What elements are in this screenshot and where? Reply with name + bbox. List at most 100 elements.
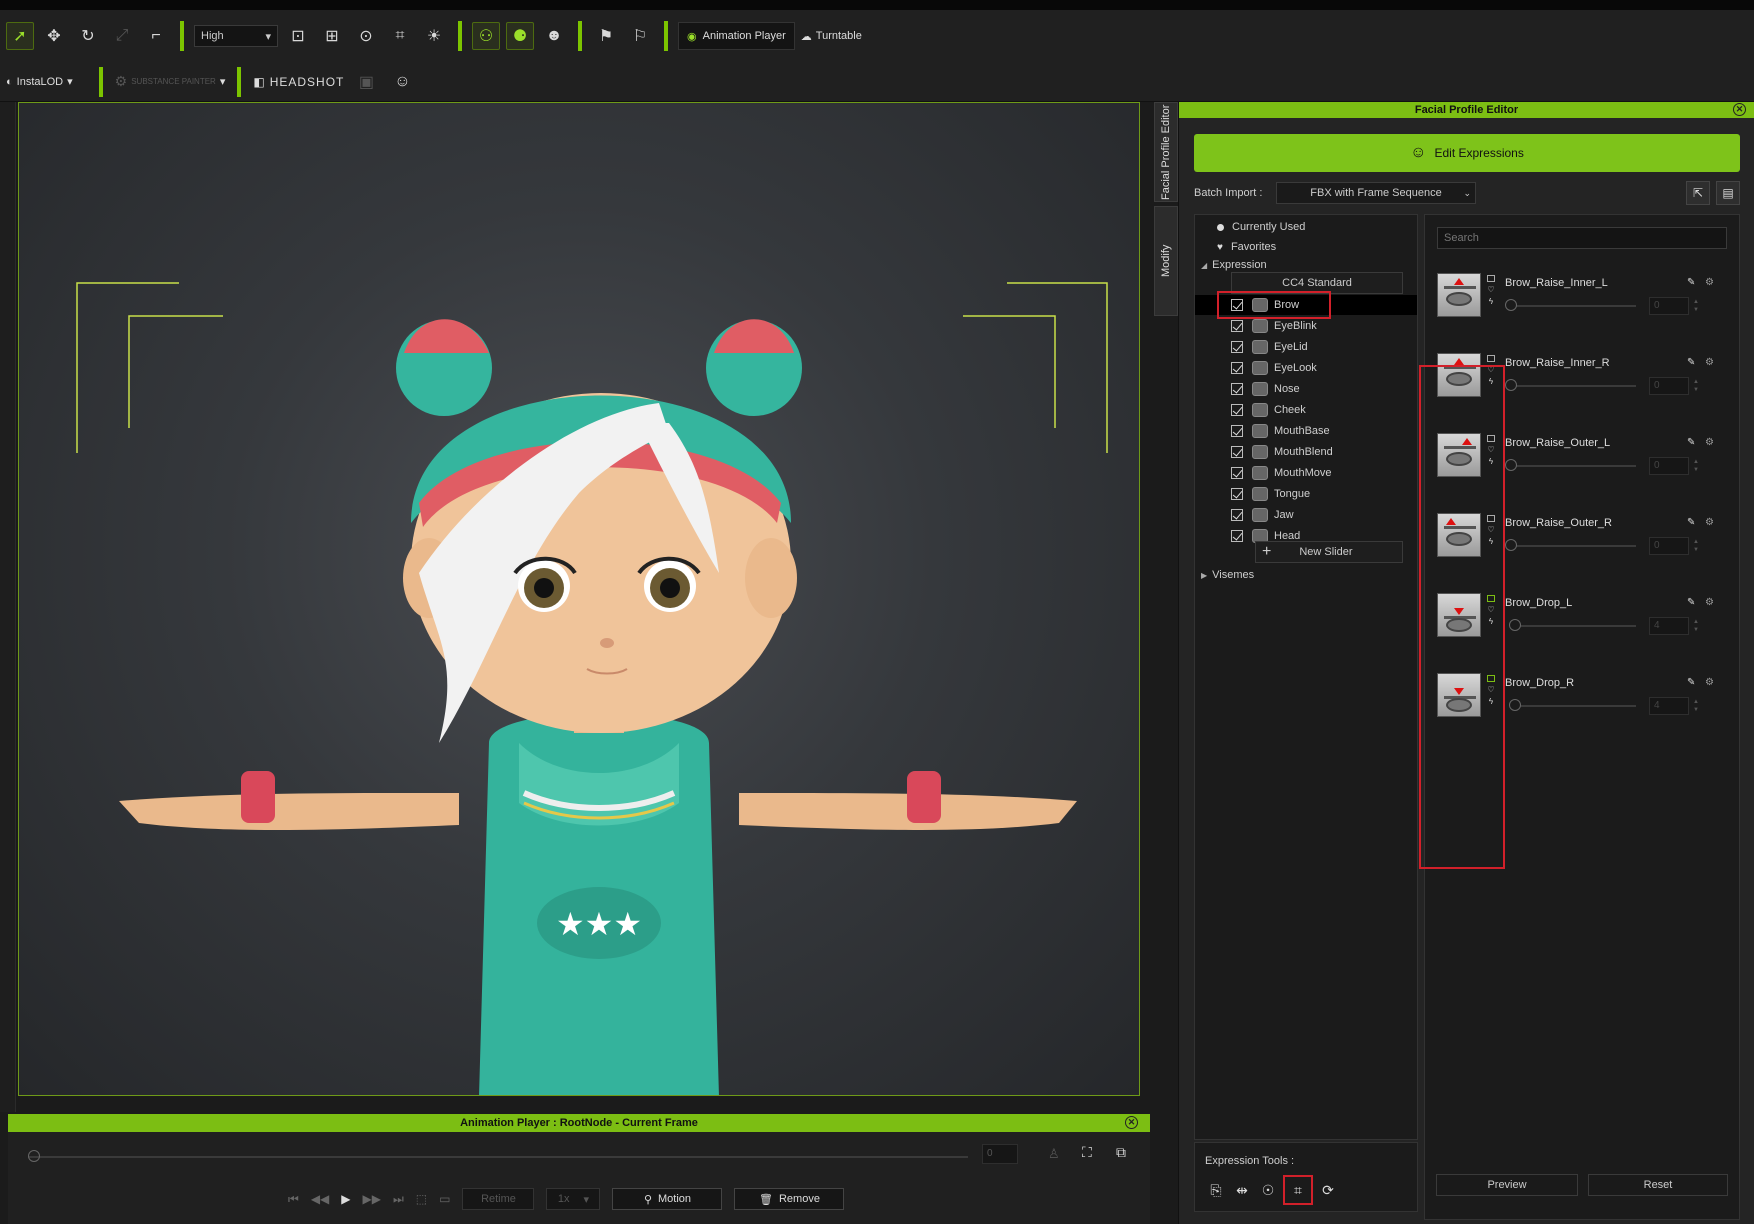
pose-icon[interactable]: ⚑ [592,22,620,50]
pencil-icon[interactable]: ✎ [1687,277,1695,288]
slider-value[interactable]: 0 [1649,377,1689,395]
slider-value[interactable]: 0 [1649,457,1689,475]
edit-expressions-button[interactable]: ☺ Edit Expressions [1194,134,1740,172]
speed-dropdown[interactable]: 1x ▾ [546,1188,601,1210]
bone-edit-icon[interactable]: ⌗ [1283,1175,1313,1205]
scale-tool-icon[interactable]: ⤢ [108,22,136,50]
checkbox-checked[interactable] [1231,446,1243,458]
spinner-icon[interactable]: ▲ ▼ [1690,697,1702,715]
gear-icon[interactable]: ⚙ [1705,677,1714,688]
expression-slider-item[interactable]: ♡ ϟ Brow_Drop_R ✎ ⚙ 4 ▲ ▼ [1425,671,1741,743]
tree-visemes[interactable]: ▶ Visemes [1201,565,1254,585]
expression-slider-item[interactable]: ♡ ϟ Brow_Drop_L ✎ ⚙ 4 ▲ ▼ [1425,591,1741,663]
slider-knob[interactable] [1505,379,1517,391]
category-row-jaw[interactable]: Jaw [1195,505,1417,525]
tab-modify[interactable]: Modify [1154,206,1178,316]
slider-track[interactable] [1511,625,1636,627]
slider-value[interactable]: 0 [1649,537,1689,555]
headshot-options-icon[interactable]: ▣ [352,68,380,96]
pencil-icon[interactable]: ✎ [1687,437,1695,448]
import-pose-icon[interactable]: ⎘ [1205,1179,1227,1201]
checkbox-checked[interactable] [1231,404,1243,416]
slider-track[interactable] [1511,705,1636,707]
slider-knob[interactable] [1509,619,1521,631]
checkbox-checked[interactable] [1231,383,1243,395]
zoom-extent-icon[interactable]: ⌗ [386,22,414,50]
headshot-button[interactable]: ◧ HEADSHOT [253,75,344,89]
close-icon[interactable]: ✕ [1125,1116,1138,1129]
frame-input[interactable]: 0 [982,1144,1018,1164]
window-icon[interactable]: ⧉ [1116,1144,1126,1161]
category-row-mouthbase[interactable]: MouthBase [1195,421,1417,441]
prev-frame-icon[interactable]: ◀◀ [311,1192,329,1206]
checkbox-checked[interactable] [1231,530,1243,542]
search-input[interactable] [1437,227,1727,249]
preview-button[interactable]: Preview [1436,1174,1578,1196]
animation-player-button[interactable]: ◉ Animation Player [678,22,795,50]
remove-button[interactable]: 🗑 Remove [734,1188,845,1210]
timeline-track[interactable] [28,1156,968,1158]
pencil-icon[interactable]: ✎ [1687,677,1695,688]
slider-knob[interactable] [1505,299,1517,311]
checkbox-checked[interactable] [1231,425,1243,437]
pivot-tool-icon[interactable]: ⌐ [142,22,170,50]
expression-slider-item[interactable]: ♡ ϟ Brow_Raise_Inner_R ✎ ⚙ 0 ▲ ▼ [1425,351,1741,423]
gear-icon[interactable]: ⚙ [1705,357,1714,368]
person-icon[interactable]: ♙ [1048,1146,1060,1162]
batch-import-dropdown[interactable]: FBX with Frame Sequence ⌄ [1276,182,1476,204]
timeline-knob[interactable] [28,1150,40,1162]
retime-button[interactable]: Retime [462,1188,535,1210]
record-icon[interactable]: ▭ [439,1192,450,1206]
slider-knob[interactable] [1509,699,1521,711]
checkbox-checked[interactable] [1231,341,1243,353]
checkbox-checked[interactable] [1231,488,1243,500]
checkbox-checked[interactable] [1231,509,1243,521]
gear-icon[interactable]: ⚙ [1705,277,1714,288]
tree-favorites[interactable]: ♥ Favorites [1217,237,1276,257]
slider-knob[interactable] [1505,459,1517,471]
face-key-icon[interactable]: ☻ [540,22,568,50]
mirror-icon[interactable]: ⇹ [1231,1179,1253,1201]
3d-viewport[interactable]: ★★★ [18,102,1140,1096]
checkbox-checked[interactable] [1231,299,1243,311]
skip-start-icon[interactable]: ⏮ [288,1192,299,1207]
fit-view-icon[interactable]: ⊞ [318,22,346,50]
pencil-icon[interactable]: ✎ [1687,517,1695,528]
morph-icon[interactable]: ⚇ [472,22,500,50]
category-row-brow[interactable]: Brow [1195,295,1417,315]
save-icon[interactable]: ▤ [1716,181,1740,205]
slider-value[interactable]: 4 [1649,617,1689,635]
play-icon[interactable]: ▶ [341,1192,350,1206]
cc4-standard-header[interactable]: CC4 Standard [1231,272,1403,294]
expression-slider-item[interactable]: ♡ ϟ Brow_Raise_Outer_L ✎ ⚙ 0 ▲ ▼ [1425,431,1741,503]
spinner-icon[interactable]: ▲ ▼ [1690,297,1702,315]
slider-value[interactable]: 4 [1649,697,1689,715]
move-tool-icon[interactable]: ✥ [40,22,68,50]
pencil-icon[interactable]: ✎ [1687,357,1695,368]
morph-edit-icon[interactable]: ⚈ [506,22,534,50]
category-row-eyelid[interactable]: EyeLid [1195,337,1417,357]
category-row-eyelook[interactable]: EyeLook [1195,358,1417,378]
slider-track[interactable] [1511,305,1636,307]
category-row-cheek[interactable]: Cheek [1195,400,1417,420]
spinner-icon[interactable]: ▲ ▼ [1690,377,1702,395]
checkbox-checked[interactable] [1231,467,1243,479]
checkbox-checked[interactable] [1231,320,1243,332]
category-row-eyeblink[interactable]: EyeBlink [1195,316,1417,336]
tree-currently-used[interactable]: Currently Used [1217,217,1305,237]
close-icon[interactable]: ✕ [1733,103,1746,116]
spinner-icon[interactable]: ▲ ▼ [1690,617,1702,635]
gear-icon[interactable]: ⚙ [1705,437,1714,448]
new-slider-button[interactable]: + New Slider [1255,541,1403,563]
skip-end-icon[interactable]: ⏭ [393,1192,404,1207]
spinner-icon[interactable]: ▲ ▼ [1690,537,1702,555]
category-row-nose[interactable]: Nose [1195,379,1417,399]
range-icon[interactable]: ⬚ [416,1192,427,1206]
select-tool-icon[interactable]: ➚ [6,22,34,50]
gear-icon[interactable]: ⚙ [1705,597,1714,608]
category-row-mouthmove[interactable]: MouthMove [1195,463,1417,483]
motion-button[interactable]: ⚲ Motion [612,1188,723,1210]
import-icon[interactable]: ⇱ [1686,181,1710,205]
checkbox-checked[interactable] [1231,362,1243,374]
gear-icon[interactable]: ⚙ [1705,517,1714,528]
